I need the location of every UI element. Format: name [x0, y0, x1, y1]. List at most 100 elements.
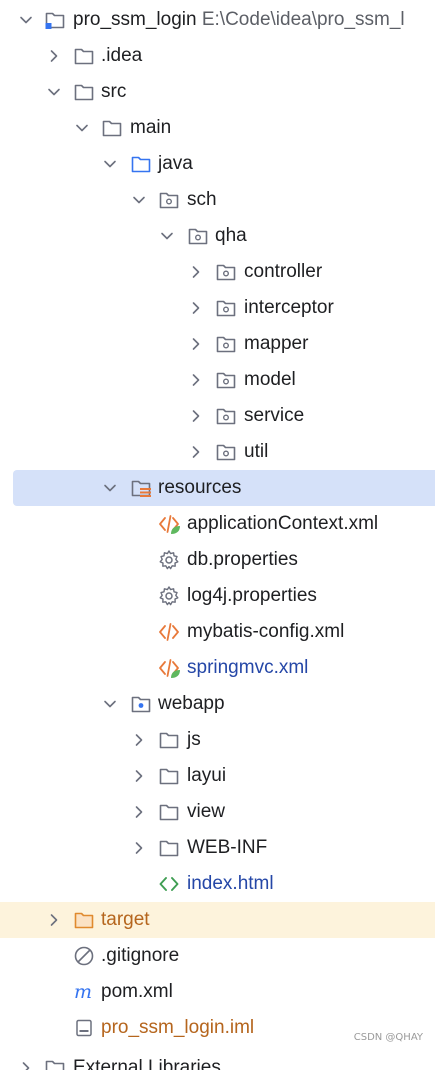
- tree-node-label: java: [158, 153, 193, 174]
- chevron-down-icon[interactable]: [100, 478, 120, 498]
- tree-node-label: webapp: [158, 693, 225, 714]
- tree-node-db-properties[interactable]: db.properties: [0, 542, 435, 578]
- package-icon: [215, 441, 237, 463]
- tree-node-label: util: [244, 441, 269, 462]
- tree-node-mapper[interactable]: mapper: [0, 326, 435, 362]
- chevron-down-icon[interactable]: [157, 226, 177, 246]
- gear-icon: [158, 585, 180, 607]
- chevron-right-icon[interactable]: [186, 262, 206, 282]
- tree-node-log4j-properties[interactable]: log4j.properties: [0, 578, 435, 614]
- tree-node-interceptor[interactable]: interceptor: [0, 290, 435, 326]
- tree-node-springmvc-xml[interactable]: springmvc.xml: [0, 650, 435, 686]
- chevron-right-icon[interactable]: [129, 838, 149, 858]
- web-folder-icon: [130, 693, 152, 715]
- tree-node-label: mapper: [244, 333, 309, 354]
- tree-node-external-libraries[interactable]: External Libraries: [0, 1050, 435, 1070]
- package-icon: [158, 189, 180, 211]
- package-icon: [215, 333, 237, 355]
- chevron-down-icon[interactable]: [16, 10, 36, 30]
- package-icon: [215, 297, 237, 319]
- package-icon: [215, 261, 237, 283]
- tree-node-label: db.properties: [187, 549, 298, 570]
- chevron-down-icon[interactable]: [72, 118, 92, 138]
- tree-node-label: src: [101, 81, 127, 102]
- tree-node-gitignore[interactable]: .gitignore: [0, 938, 435, 974]
- chevron-right-icon[interactable]: [129, 802, 149, 822]
- chevron-right-icon[interactable]: [129, 766, 149, 786]
- tree-node-index-html[interactable]: index.html: [0, 866, 435, 902]
- chevron-down-icon[interactable]: [129, 190, 149, 210]
- chevron-right-icon[interactable]: [186, 406, 206, 426]
- tree-node-label: target: [101, 909, 150, 930]
- chevron-right-icon[interactable]: [129, 730, 149, 750]
- chevron-down-icon[interactable]: [44, 82, 64, 102]
- chevron-right-icon[interactable]: [44, 46, 64, 66]
- package-icon: [215, 369, 237, 391]
- package-icon: [215, 405, 237, 427]
- tree-node-applicationcontext-xml[interactable]: applicationContext.xml: [0, 506, 435, 542]
- tree-node-web-inf[interactable]: WEB-INF: [0, 830, 435, 866]
- tree-node-label: resources: [158, 477, 242, 498]
- watermark: CSDN @QHAY: [353, 1032, 423, 1043]
- tree-node-mybatis-config-xml[interactable]: mybatis-config.xml: [0, 614, 435, 650]
- tree-node-label: pro_ssm_login.iml: [101, 1017, 255, 1038]
- tree-node-main[interactable]: main: [0, 110, 435, 146]
- gear-icon: [158, 549, 180, 571]
- ignore-file-icon: [73, 945, 95, 967]
- tree-node-qha[interactable]: qha: [0, 218, 435, 254]
- project-path: E:\Code\idea\pro_ssm_l: [201, 9, 405, 30]
- folder-icon: [73, 45, 95, 67]
- chevron-right-icon[interactable]: [186, 442, 206, 462]
- tree-node-label: .idea: [101, 45, 143, 66]
- chevron-right-icon[interactable]: [186, 298, 206, 318]
- tree-node-pom-xml[interactable]: pom.xml: [0, 974, 435, 1010]
- tree-node-layui[interactable]: layui: [0, 758, 435, 794]
- tree-node-idea[interactable]: .idea: [0, 38, 435, 74]
- tree-node-java[interactable]: java: [0, 146, 435, 182]
- html-file-icon: [158, 873, 180, 895]
- tree-node-label: view: [187, 801, 226, 822]
- folder-icon: [73, 81, 95, 103]
- maven-icon: [73, 981, 95, 1003]
- package-icon: [187, 225, 209, 247]
- tree-node-sch[interactable]: sch: [0, 182, 435, 218]
- tree-node-label: sch: [187, 189, 217, 210]
- tree-node-label: js: [187, 729, 201, 750]
- tree-node-label: controller: [244, 261, 323, 282]
- chevron-right-icon[interactable]: [186, 334, 206, 354]
- module-folder-icon: [44, 9, 66, 31]
- folder-icon: [158, 729, 180, 751]
- chevron-down-icon[interactable]: [100, 694, 120, 714]
- tree-node-project-root[interactable]: pro_ssm_login E:\Code\idea\pro_ssm_l: [0, 2, 435, 38]
- tree-node-resources[interactable]: resources: [13, 470, 435, 506]
- tree-node-label: layui: [187, 765, 227, 786]
- chevron-right-icon[interactable]: [44, 910, 64, 930]
- tree-node-view[interactable]: view: [0, 794, 435, 830]
- xml-file-icon: [158, 621, 180, 643]
- tree-node-js[interactable]: js: [0, 722, 435, 758]
- folder-icon: [158, 801, 180, 823]
- tree-node-util[interactable]: util: [0, 434, 435, 470]
- tree-node-label: interceptor: [244, 297, 334, 318]
- tree-node-model[interactable]: model: [0, 362, 435, 398]
- tree-node-label: mybatis-config.xml: [187, 621, 345, 642]
- tree-node-label: index.html: [187, 873, 274, 894]
- tree-node-label: springmvc.xml: [187, 657, 309, 678]
- tree-node-label: qha: [215, 225, 247, 246]
- tree-node-src[interactable]: src: [0, 74, 435, 110]
- tree-node-service[interactable]: service: [0, 398, 435, 434]
- tree-node-label: .gitignore: [101, 945, 180, 966]
- chevron-right-icon[interactable]: [186, 370, 206, 390]
- tree-node-webapp[interactable]: webapp: [0, 686, 435, 722]
- folder-icon: [158, 765, 180, 787]
- tree-node-target[interactable]: target: [0, 902, 435, 938]
- chevron-down-icon[interactable]: [100, 154, 120, 174]
- tree-node-label: applicationContext.xml: [187, 513, 379, 534]
- module-file-icon: [73, 1017, 95, 1039]
- tree-node-controller[interactable]: controller: [0, 254, 435, 290]
- resources-folder-icon: [130, 477, 152, 499]
- chevron-right-icon[interactable]: [16, 1058, 36, 1070]
- project-name: pro_ssm_login: [73, 9, 197, 30]
- tree-node-label: model: [244, 369, 296, 390]
- spring-xml-file-icon: [158, 513, 180, 535]
